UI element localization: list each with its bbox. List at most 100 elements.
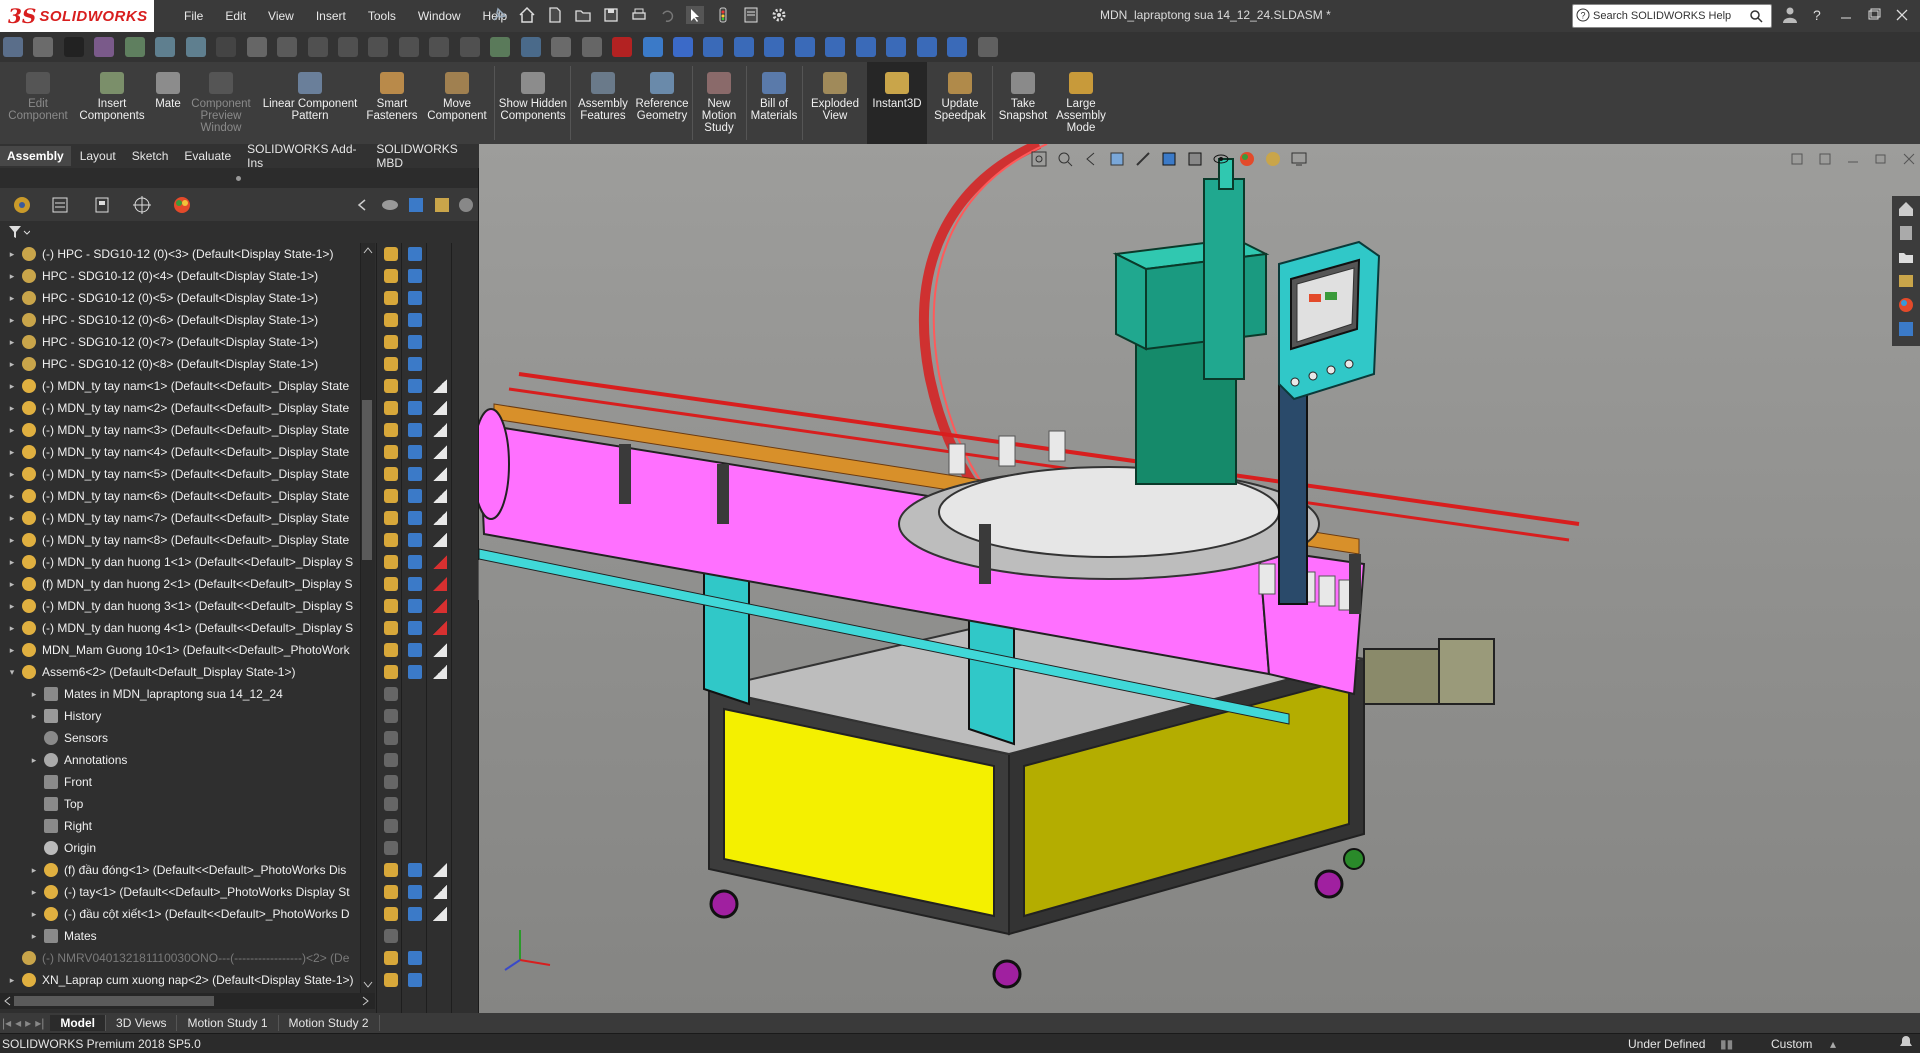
hide-show-toggle-icon[interactable] — [384, 797, 398, 811]
collapsed-caret-icon[interactable]: ▸ — [8, 975, 16, 986]
hide-show-toggle-icon[interactable] — [384, 335, 398, 349]
top-view-icon[interactable] — [825, 37, 846, 57]
tab-nav-next-icon[interactable]: ▸ — [23, 1015, 33, 1031]
zoom-to-fit-icon[interactable] — [1030, 150, 1048, 168]
isometric-view-icon[interactable] — [886, 37, 907, 57]
open-folder-icon[interactable] — [574, 6, 592, 24]
mirror-icon[interactable] — [398, 37, 419, 57]
tree-item[interactable]: Sensors — [0, 727, 108, 749]
tree-item[interactable]: ▸ (-) HPC - SDG10-12 (0)<3> (Default<Disp… — [0, 243, 333, 265]
dynamic-annotation-icon[interactable] — [1134, 150, 1152, 168]
collapsed-caret-icon[interactable]: ▸ — [8, 271, 16, 282]
new-document-icon[interactable] — [546, 6, 564, 24]
display-mode-icon[interactable] — [408, 467, 422, 481]
menu-edit[interactable]: Edit — [225, 9, 246, 23]
hide-show-toggle-icon[interactable] — [384, 973, 398, 987]
appearance-swatch-icon[interactable] — [433, 665, 447, 679]
tree-item[interactable]: ▾ Assem6<2> (Default<Default_Display Stat… — [0, 661, 295, 683]
appearance-swatch-icon[interactable] — [433, 401, 447, 415]
collapsed-caret-icon[interactable]: ▸ — [8, 337, 16, 348]
section-view-icon[interactable] — [1108, 150, 1126, 168]
viewport-tile-left-icon[interactable] — [1790, 152, 1804, 166]
hide-show-toggle-icon[interactable] — [384, 555, 398, 569]
tree-item[interactable]: ▸ HPC - SDG10-12 (0)<7> (Default<Display … — [0, 331, 318, 353]
clearance-icon[interactable] — [642, 37, 663, 57]
tree-item[interactable]: Top — [0, 793, 83, 815]
view-palette-icon[interactable] — [1897, 272, 1915, 290]
file-explorer-icon[interactable] — [1897, 248, 1915, 266]
hide-show-toggle-icon[interactable] — [384, 819, 398, 833]
display-mode-icon[interactable] — [408, 621, 422, 635]
display-mode-icon[interactable] — [408, 269, 422, 283]
sketch-icon[interactable] — [94, 37, 115, 57]
hide-show-toggle-icon[interactable] — [384, 357, 398, 371]
unit-system[interactable]: Custom — [1771, 1037, 1812, 1051]
large-assembly-mode-button[interactable]: Large Assembly Mode — [1054, 62, 1108, 144]
tree-item[interactable]: ▸ Mates in MDN_lapraptong sua 14_12_24 — [0, 683, 283, 705]
show-hidden-components-button[interactable]: Show Hidden Components — [498, 62, 568, 144]
assembly-features-button[interactable]: Assembly Features — [574, 62, 632, 144]
display-mode-icon[interactable] — [408, 489, 422, 503]
display-mode-icon[interactable] — [408, 247, 422, 261]
appearance-swatch-icon[interactable] — [433, 621, 447, 635]
collapsed-caret-icon[interactable]: ▸ — [8, 513, 16, 524]
appearance-swatch-icon[interactable] — [433, 511, 447, 525]
tab-nav-last-icon[interactable]: ▸| — [33, 1015, 50, 1031]
tab-layout[interactable]: Layout — [73, 146, 123, 166]
display-mode-icon[interactable] — [408, 555, 422, 569]
tab-nav-prev-icon[interactable]: ◂ — [13, 1015, 23, 1031]
dimxpertmanager-tab-icon[interactable] — [132, 195, 152, 215]
collapsed-caret-icon[interactable]: ▸ — [8, 557, 16, 568]
hide-show-toggle-icon[interactable] — [384, 489, 398, 503]
display-mode-icon[interactable] — [408, 577, 422, 591]
component-preview-window-button[interactable]: Component Preview Window — [186, 62, 256, 144]
hide-show-toggle-icon[interactable] — [384, 863, 398, 877]
circle-icon[interactable] — [155, 37, 176, 57]
extend-icon[interactable] — [337, 37, 358, 57]
display-mode-icon[interactable] — [408, 599, 422, 613]
splitter-handle-icon[interactable] — [236, 176, 241, 181]
tree-item[interactable]: ▸ (-) tay<1> (Default<<Default>_PhotoWork… — [0, 881, 350, 903]
collapse-left-icon[interactable] — [356, 198, 368, 212]
tree-item[interactable]: ▸ (-) MDN_ty tay nam<2> (Default<<Default… — [0, 397, 349, 419]
undo-icon[interactable] — [658, 6, 676, 24]
display-mode-icon[interactable] — [408, 973, 422, 987]
pattern-icon[interactable] — [429, 37, 450, 57]
arc-icon[interactable] — [185, 37, 206, 57]
measure-icon[interactable] — [551, 37, 572, 57]
tree-item[interactable]: ▸ XN_Laprap cum xuong nap<2> (Default<Dis… — [0, 969, 354, 991]
display-mode-icon[interactable] — [408, 291, 422, 305]
exploded-view-button[interactable]: Exploded View — [804, 62, 866, 144]
mate-button[interactable]: Mate — [150, 62, 186, 144]
hide-show-toggle-icon[interactable] — [384, 467, 398, 481]
collapsed-caret-icon[interactable]: ▸ — [30, 931, 38, 942]
display-mode-icon[interactable] — [408, 423, 422, 437]
panel-splitter[interactable] — [0, 168, 478, 188]
menu-tools[interactable]: Tools — [368, 9, 396, 23]
view-settings-icon[interactable] — [1290, 150, 1308, 168]
trimetric-view-icon[interactable] — [916, 37, 937, 57]
menu-file[interactable]: File — [184, 9, 203, 23]
appearance-swatch-icon[interactable] — [433, 863, 447, 877]
line-icon[interactable] — [124, 37, 145, 57]
tree-item[interactable]: ▸ (-) MDN_ty tay nam<4> (Default<<Default… — [0, 441, 349, 463]
tab-3d-views[interactable]: 3D Views — [106, 1015, 178, 1031]
tab-nav-first-icon[interactable]: |◂ — [0, 1015, 13, 1031]
display-mode-icon[interactable] — [408, 951, 422, 965]
collapsed-caret-icon[interactable]: ▸ — [8, 293, 16, 304]
collapsed-caret-icon[interactable]: ▸ — [30, 755, 38, 766]
collapsed-caret-icon[interactable]: ▸ — [30, 887, 38, 898]
tree-item[interactable]: ▸ HPC - SDG10-12 (0)<6> (Default<Display … — [0, 309, 318, 331]
display-mode-icon[interactable] — [408, 401, 422, 415]
appearance-swatch-icon[interactable] — [433, 577, 447, 591]
collapsed-caret-icon[interactable]: ▸ — [8, 315, 16, 326]
options-gear-icon[interactable] — [770, 6, 788, 24]
interference-icon[interactable] — [612, 37, 633, 57]
tree-item[interactable]: Right — [0, 815, 92, 837]
hide-show-toggle-icon[interactable] — [384, 731, 398, 745]
hide-show-toggle-icon[interactable] — [384, 423, 398, 437]
tree-item[interactable]: ▸ (-) MDN_ty tay nam<7> (Default<<Default… — [0, 507, 349, 529]
appearance-swatch-icon[interactable] — [433, 533, 447, 547]
tree-item[interactable]: ▸ (-) MDN_ty dan huong 1<1> (Default<<Def… — [0, 551, 353, 573]
front-view-icon[interactable] — [703, 37, 724, 57]
